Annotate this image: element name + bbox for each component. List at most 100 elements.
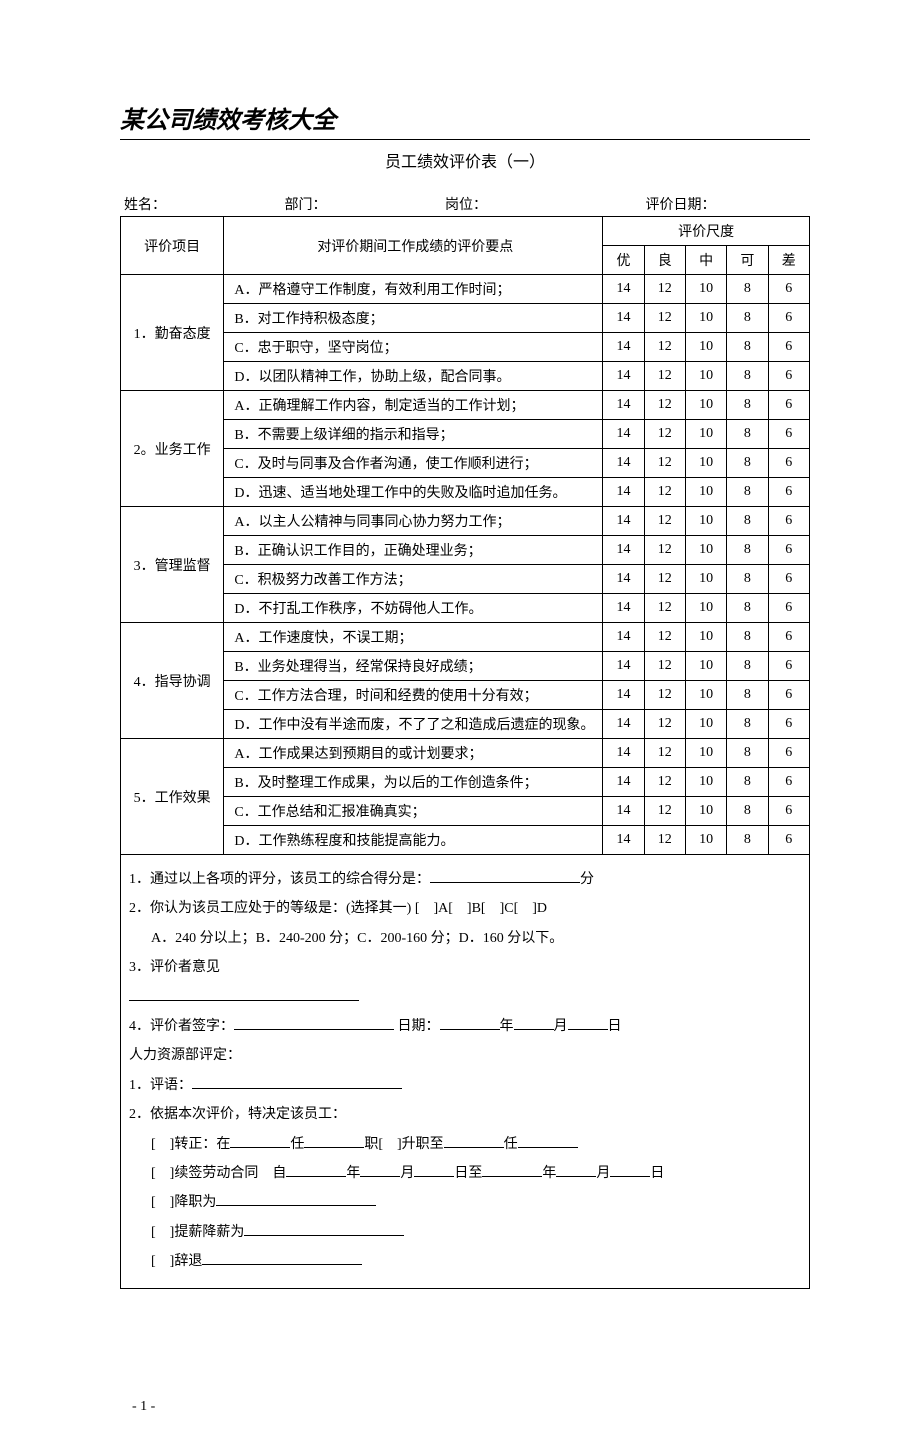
score-cell: 6 [768,478,809,507]
score-cell: 6 [768,594,809,623]
opt1b: 任 [290,1137,304,1152]
document-title: 某公司绩效考核大全 [120,100,810,140]
th-score-2: 良 [644,246,685,275]
category-cell: 4．指导协调 [121,623,224,739]
table-row: D．迅速、适当地处理工作中的失败及临时追加任务。14121086 [121,478,810,507]
criteria-cell: D．工作中没有半途而废，不了了之和造成后遗症的现象。 [224,710,603,739]
score-cell: 8 [727,797,768,826]
score-cell: 14 [603,565,644,594]
opt1d: 任 [504,1137,518,1152]
criteria-cell: C．忠于职守，坚守岗位； [224,333,603,362]
score-cell: 12 [644,739,685,768]
th-scale: 评价尺度 [603,217,810,246]
score-cell: 10 [685,420,726,449]
criteria-cell: B．正确认识工作目的，正确处理业务； [224,536,603,565]
score-cell: 14 [603,449,644,478]
criteria-cell: D．以团队精神工作，协助上级，配合同事。 [224,362,603,391]
score-cell: 14 [603,739,644,768]
score-cell: 12 [644,362,685,391]
score-cell: 14 [603,594,644,623]
score-cell: 8 [727,536,768,565]
score-cell: 10 [685,362,726,391]
opt2d: 日至 [454,1166,482,1181]
score-cell: 8 [727,478,768,507]
score-cell: 10 [685,304,726,333]
blank-opt1-3 [444,1134,504,1148]
criteria-cell: A．以主人公精神与同事同心协力努力工作； [224,507,603,536]
opt3: [ ]降职为 [151,1195,216,1210]
score-cell: 12 [644,391,685,420]
score-cell: 6 [768,768,809,797]
table-row: B．及时整理工作成果，为以后的工作创造条件；14121086 [121,768,810,797]
criteria-cell: D．工作熟练程度和技能提高能力。 [224,826,603,855]
score-cell: 10 [685,652,726,681]
note-line-3-blank [129,983,801,1012]
table-row: D．工作中没有半途而废，不了了之和造成后遗症的现象。14121086 [121,710,810,739]
score-cell: 14 [603,536,644,565]
score-cell: 6 [768,652,809,681]
blank-opt2-3 [414,1163,454,1177]
score-cell: 10 [685,536,726,565]
criteria-cell: B．业务处理得当，经常保持良好成绩； [224,652,603,681]
table-row: C．忠于职守，坚守岗位；14121086 [121,333,810,362]
criteria-cell: D．迅速、适当地处理工作中的失败及临时追加任务。 [224,478,603,507]
blank-hr-comment [192,1075,402,1089]
table-row: D．以团队精神工作，协助上级，配合同事。14121086 [121,362,810,391]
blank-opt2-4 [482,1163,542,1177]
form-subtitle: 员工绩效评价表（一） [120,148,810,172]
score-cell: 12 [644,710,685,739]
score-cell: 10 [685,681,726,710]
criteria-cell: B．及时整理工作成果，为以后的工作创造条件； [224,768,603,797]
score-cell: 12 [644,536,685,565]
score-cell: 10 [685,333,726,362]
score-cell: 12 [644,797,685,826]
th-category: 评价项目 [121,217,224,275]
table-row: 3．管理监督A．以主人公精神与同事同心协力努力工作；14121086 [121,507,810,536]
score-cell: 10 [685,739,726,768]
opt1c: 职[ ]升职至 [364,1137,443,1152]
score-cell: 14 [603,420,644,449]
score-cell: 8 [727,304,768,333]
table-row: C．工作总结和汇报准确真实；14121086 [121,797,810,826]
score-cell: 6 [768,507,809,536]
table-row: 4．指导协调A．工作速度快，不误工期；14121086 [121,623,810,652]
opt-line-4: [ ]提薪降薪为 [129,1218,801,1247]
score-cell: 12 [644,652,685,681]
opt5: [ ]辞退 [151,1254,202,1269]
score-cell: 10 [685,507,726,536]
blank-opt2-6 [610,1163,650,1177]
score-cell: 6 [768,826,809,855]
note4-m: 月 [554,1019,568,1034]
score-cell: 8 [727,826,768,855]
blank-opt2-5 [556,1163,596,1177]
score-cell: 14 [603,507,644,536]
eval-date-label: 评价日期： [606,194,807,214]
score-cell: 12 [644,275,685,304]
score-cell: 6 [768,797,809,826]
note4-d: 日 [608,1019,622,1034]
score-cell: 6 [768,681,809,710]
score-cell: 12 [644,478,685,507]
criteria-cell: C．工作总结和汇报准确真实； [224,797,603,826]
score-cell: 12 [644,594,685,623]
score-cell: 14 [603,391,644,420]
dept-label: 部门： [285,194,446,214]
table-row: C．积极努力改善工作方法；14121086 [121,565,810,594]
score-cell: 6 [768,536,809,565]
opt2b: 年 [346,1166,360,1181]
note4-sign: 4．评价者签字： [129,1019,234,1034]
score-cell: 8 [727,681,768,710]
score-cell: 8 [727,594,768,623]
note-line-4: 4．评价者签字： 日期：年月日 [129,1012,801,1041]
table-row: B．不需要上级详细的指示和指导；14121086 [121,420,810,449]
note-line-2b: A．240 分以上；B．240-200 分；C．200-160 分；D．160 … [129,924,801,953]
note4-date: 日期： [398,1019,440,1034]
opt4: [ ]提薪降薪为 [151,1225,244,1240]
score-cell: 8 [727,565,768,594]
score-cell: 14 [603,652,644,681]
score-cell: 14 [603,275,644,304]
score-cell: 8 [727,768,768,797]
opt-line-3: [ ]降职为 [129,1188,801,1217]
score-cell: 8 [727,710,768,739]
opt2a: [ ]续签劳动合同 自 [151,1166,286,1181]
